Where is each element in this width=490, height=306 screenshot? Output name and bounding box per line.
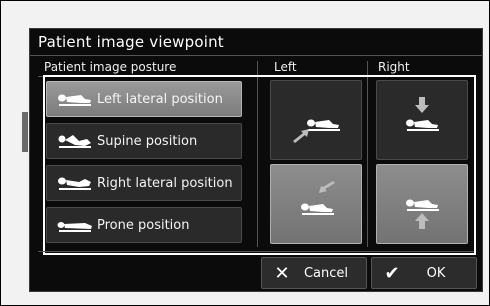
column-divider (367, 61, 368, 247)
right-column-header: Right (378, 60, 410, 74)
prone-patient-icon (57, 222, 92, 232)
left-view-button-1[interactable] (270, 80, 362, 160)
background-panel-edge (22, 112, 28, 152)
posture-label: Prone position (97, 217, 190, 233)
right-lateral-position-button[interactable]: Right lateral position (46, 165, 242, 201)
right-lateral-patient-icon (58, 177, 91, 190)
supine-position-button[interactable]: Supine position (46, 123, 242, 159)
right-view-button-2[interactable] (376, 164, 468, 244)
left-lateral-patient-icon (58, 94, 91, 106)
posture-label: Right lateral position (97, 175, 233, 191)
left-view-button-2[interactable] (270, 164, 362, 244)
patient-view-from-lower-left-icon (293, 119, 340, 143)
dialog-title: Patient image viewpoint (38, 33, 224, 51)
ok-button[interactable]: ✔ OK (371, 257, 477, 289)
checkmark-icon: ✔ (384, 262, 400, 284)
patient-viewpoint-dialog: Patient image viewpoint Patient image po… (29, 28, 483, 292)
footer-divider (38, 251, 474, 252)
left-lateral-position-button[interactable]: Left lateral position (46, 81, 242, 117)
ok-label: OK (426, 265, 446, 281)
cancel-label: Cancel (303, 265, 349, 281)
column-divider (257, 61, 258, 247)
cancel-button[interactable]: ✕ Cancel (261, 257, 367, 289)
left-column-header: Left (274, 60, 297, 74)
patient-view-from-bottom-icon (406, 199, 439, 229)
right-view-button-1[interactable] (376, 80, 468, 160)
posture-label: Left lateral position (97, 91, 223, 107)
prone-position-button[interactable]: Prone position (46, 207, 242, 243)
patient-view-from-upper-right-icon (301, 181, 335, 215)
close-icon: ✕ (274, 262, 290, 284)
header-divider (38, 76, 474, 77)
posture-column-header: Patient image posture (44, 60, 177, 74)
posture-label: Supine position (97, 133, 198, 149)
supine-patient-icon (58, 135, 91, 148)
patient-view-from-top-icon (406, 97, 439, 131)
title-divider (30, 55, 482, 56)
